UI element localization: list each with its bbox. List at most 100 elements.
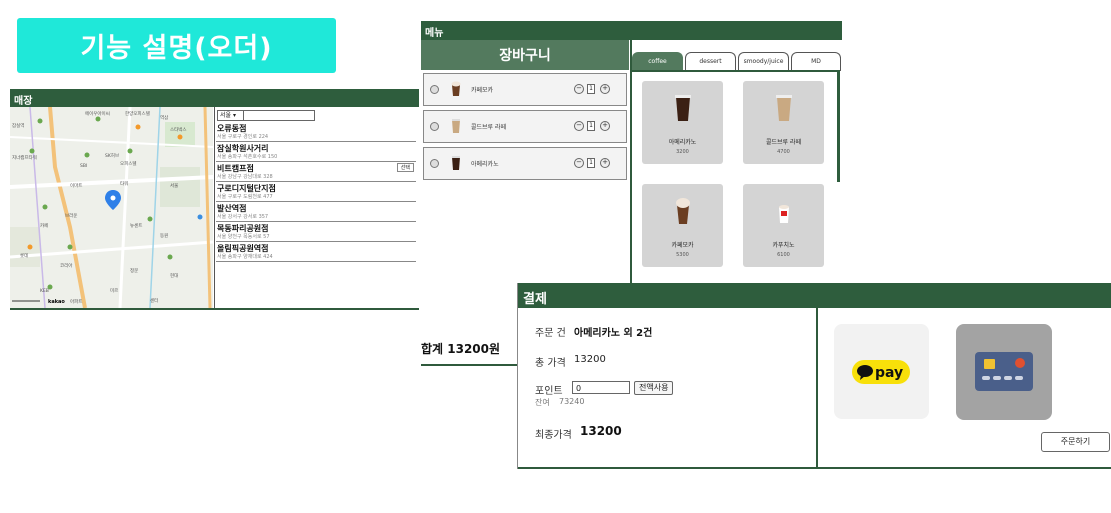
cart-item-name: 카페모카 xyxy=(471,87,494,94)
map-label: 이마트 xyxy=(70,182,82,189)
divider xyxy=(421,364,519,366)
kakaopay-button[interactable]: pay xyxy=(834,324,929,419)
cart-item-qty[interactable]: 1 xyxy=(587,84,595,94)
store-select-button[interactable]: 선택 xyxy=(396,163,414,172)
product-scrollbar[interactable] xyxy=(837,70,840,182)
decrease-qty-button[interactable]: − xyxy=(574,158,584,168)
cart-item-qty[interactable]: 1 xyxy=(587,121,595,131)
increase-qty-button[interactable]: + xyxy=(600,158,610,168)
cafe-mocha-icon xyxy=(676,198,690,224)
map-graphic: 잠실역 에이우아이씨 한양오피스텔 지너캠프타워 스타벅스 SK허브 오피스텔 … xyxy=(10,107,213,308)
decrease-qty-button[interactable]: − xyxy=(574,84,584,94)
tab-dessert[interactable]: dessert xyxy=(685,52,736,71)
product-column: coffee dessert smoody/juice MD 아메리카노 320… xyxy=(630,40,844,304)
payment-summary: 주문 건 아메리카노 외 2건 총 가격 13200 포인트 0 전액사용 잔여… xyxy=(518,308,818,469)
category-tabs: coffee dessert smoody/juice MD xyxy=(632,52,844,71)
americano-icon xyxy=(452,156,460,170)
final-price-label: 최종가격 xyxy=(535,430,572,441)
payment-panel: 결제 주문 건 아메리카노 외 2건 총 가격 13200 포인트 0 전액사용… xyxy=(517,283,1111,469)
cart-title: 장바구니 xyxy=(421,40,629,70)
increase-qty-button[interactable]: + xyxy=(600,121,610,131)
product-card[interactable]: 아메리카노 3200 xyxy=(642,81,723,164)
map-label: SBI xyxy=(80,163,87,169)
product-card[interactable]: 콜드브루 라떼 4700 xyxy=(743,81,824,164)
page-title-badge: 기능 설명(오더) xyxy=(17,18,336,73)
speech-bubble-icon: pay xyxy=(857,365,903,381)
store-map[interactable]: 잠실역 에이우아이씨 한양오피스텔 지너캠프타워 스타벅스 SK허브 오피스텔 … xyxy=(10,107,213,308)
map-label: 오피스텔 xyxy=(120,160,137,167)
cart-item-qty[interactable]: 1 xyxy=(587,158,595,168)
store-row[interactable]: 구로디지털단지점 서울 구로구 도림천로 477 xyxy=(216,182,416,202)
payment-methods: pay 주문하기 xyxy=(818,308,1111,469)
cart-item-radio[interactable] xyxy=(430,122,439,131)
point-label: 포인트 xyxy=(535,386,563,397)
product-card[interactable]: 카푸치노 6100 xyxy=(743,184,824,267)
order-label: 주문 건 xyxy=(535,328,566,339)
cold-brew-latte-icon xyxy=(776,95,792,121)
map-label: 롯데 xyxy=(20,252,28,259)
product-price: 6100 xyxy=(777,252,790,258)
store-list: 서울 ▾ 오류동점 서울 구로구 경인로 224 잠실학원사거리 서울 송파구 … xyxy=(214,107,420,308)
map-label: 역삼 xyxy=(160,114,168,121)
product-card[interactable]: 카페모카 5300 xyxy=(642,184,723,267)
store-row[interactable]: 오류동점 서울 구로구 경인로 224 xyxy=(216,122,416,142)
americano-icon xyxy=(675,95,691,121)
cart-item[interactable]: 아메리카노 − 1 + xyxy=(423,147,627,180)
balance-label: 잔여 xyxy=(535,398,550,407)
map-label: 서울 xyxy=(170,182,178,189)
cart-item-radio[interactable] xyxy=(430,85,439,94)
map-label: 코리아 xyxy=(60,262,73,269)
store-address: 서울 양천구 목동서로 57 xyxy=(217,234,270,240)
order-value: 아메리카노 외 2건 xyxy=(574,328,653,339)
map-label: 타워 xyxy=(120,180,128,187)
product-name: 콜드브루 라떼 xyxy=(765,139,802,146)
cart-item[interactable]: 콜드브루 라떼 − 1 + xyxy=(423,110,627,143)
region-select[interactable]: 서울 ▾ xyxy=(217,110,245,121)
map-label: KEB xyxy=(40,288,49,294)
store-row[interactable]: 올림픽공원역점 서울 송파구 양재대로 424 xyxy=(216,242,416,262)
card-payment-button[interactable] xyxy=(956,324,1052,420)
store-address: 서울 구로구 경인로 224 xyxy=(217,134,269,140)
region-select-value: 서울 xyxy=(220,112,232,119)
increase-qty-button[interactable]: + xyxy=(600,84,610,94)
map-label: 지너캠프타워 xyxy=(12,154,37,161)
map-label: 에이우아이씨 xyxy=(85,110,110,117)
map-scale-logo: kakao xyxy=(48,299,65,305)
tab-md[interactable]: MD xyxy=(791,52,841,71)
product-name: 카페모카 xyxy=(671,242,694,249)
store-panel: 매장 잠실역 에이우아이씨 한양오피스텔 지너캠프타워 스타벅스 SK허브 오피… xyxy=(10,89,419,310)
store-address: 서울 송파구 석촌호수로 150 xyxy=(217,154,278,160)
map-label: 정문 xyxy=(130,267,138,274)
store-header: 매장 xyxy=(10,89,419,107)
map-label: 브라운 xyxy=(65,212,77,219)
total-price-label: 총 가격 xyxy=(535,358,566,369)
balance-value: 73240 xyxy=(559,397,585,406)
kakaopay-text: pay xyxy=(875,365,903,381)
store-row[interactable]: 비트캠프점 서울 강남구 강남대로 328 선택 xyxy=(216,162,416,182)
place-order-button[interactable]: 주문하기 xyxy=(1041,432,1110,452)
tab-smoody-juice[interactable]: smoody/juice xyxy=(738,52,789,71)
decrease-qty-button[interactable]: − xyxy=(574,121,584,131)
map-label: 잠실역 xyxy=(12,122,24,129)
map-label: 센터 xyxy=(150,297,158,304)
store-row[interactable]: 목동파리공원점 서울 양천구 목동서로 57 xyxy=(216,222,416,242)
product-price: 5300 xyxy=(676,252,689,258)
map-label: 스타벅스 xyxy=(170,126,187,133)
cart-item[interactable]: 카페모카 − 1 + xyxy=(423,73,627,106)
map-label: 카페 xyxy=(40,222,48,229)
store-row[interactable]: 잠실학원사거리 서울 송파구 석촌호수로 150 xyxy=(216,142,416,162)
final-price-value: 13200 xyxy=(580,424,622,438)
payment-header: 결제 xyxy=(518,283,1111,308)
store-row[interactable]: 발산역점 서울 강서구 강서로 357 xyxy=(216,202,416,222)
map-label: 한양오피스텔 xyxy=(125,110,150,117)
map-label: 미르 xyxy=(110,287,118,294)
store-address: 서울 송파구 양재대로 424 xyxy=(217,254,273,260)
tab-coffee[interactable]: coffee xyxy=(632,52,683,71)
point-input[interactable]: 0 xyxy=(572,381,630,394)
kakaopay-logo: pay xyxy=(852,360,910,384)
use-all-points-button[interactable]: 전액사용 xyxy=(634,381,674,395)
total-price-value: 13200 xyxy=(574,354,606,365)
store-search-input[interactable] xyxy=(243,110,315,121)
cart-item-radio[interactable] xyxy=(430,159,439,168)
cart-total: 합계 13200원 xyxy=(421,342,501,356)
